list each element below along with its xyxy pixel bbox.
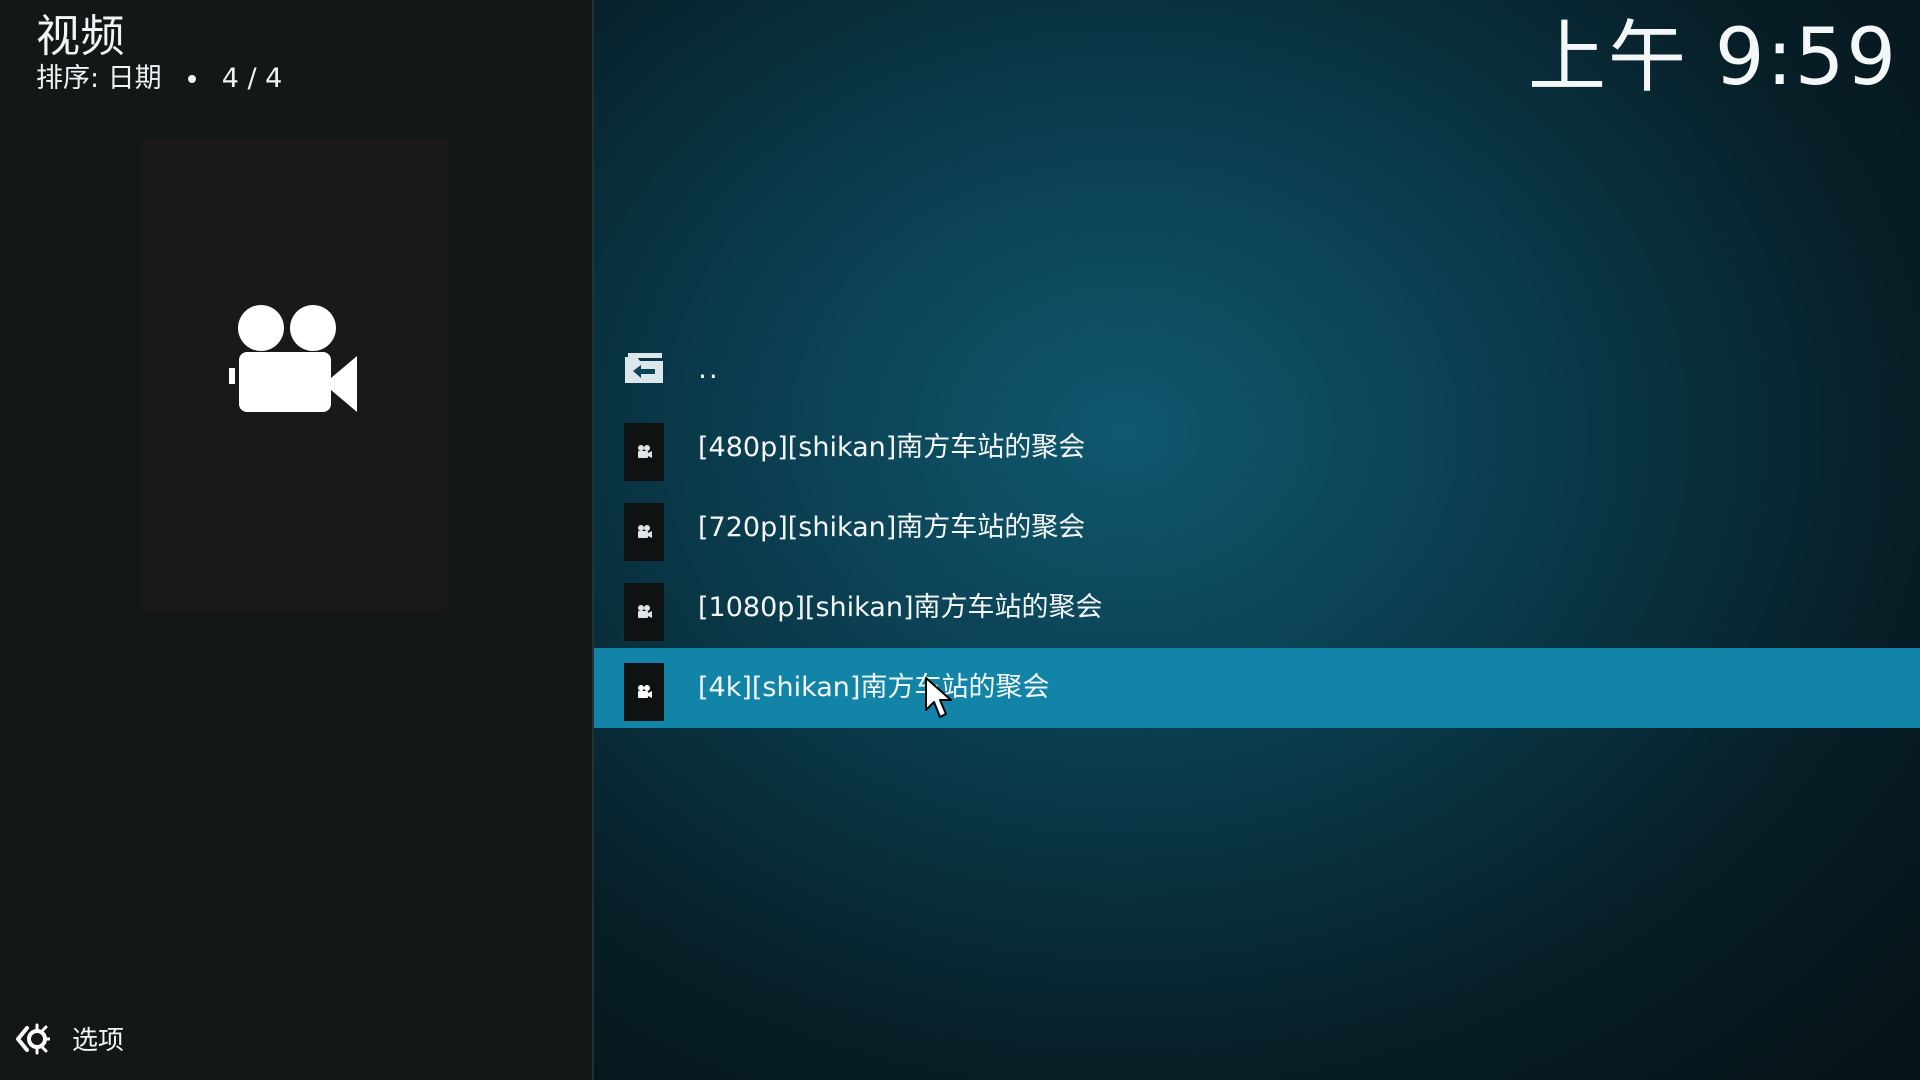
page-header: 视频 排序: 日期 4 / 4 — [36, 10, 282, 96]
video-camera-icon — [229, 305, 357, 412]
video-file-icon — [624, 503, 664, 561]
parent-folder-icon — [625, 353, 663, 383]
selected-item-thumbnail — [142, 140, 448, 610]
options-button[interactable]: 选项 — [14, 1020, 124, 1057]
settings-arrow-icon — [16, 1023, 50, 1054]
selected-list-item[interactable]: [4k][shikan]南方车站的聚会 — [594, 648, 1920, 728]
item-position: 4 / 4 — [221, 63, 283, 94]
video-file-icon — [624, 423, 664, 481]
parent-directory-item[interactable]: .. — [594, 328, 1920, 408]
list-item[interactable]: [480p][shikan]南方车站的聚会 — [594, 408, 1920, 488]
parent-directory-label: .. — [698, 352, 720, 385]
sort-label: 排序: 日期 — [36, 63, 162, 94]
file-list: .. [480p][shikan]南方车站的聚会 [720p][shikan]南… — [594, 328, 1920, 728]
system-clock: 上午 9:59 — [1528, 13, 1898, 103]
video-file-label: [4k][shikan]南方车站的聚会 — [698, 672, 1050, 703]
video-file-icon — [624, 583, 664, 641]
page-title: 视频 — [36, 11, 125, 62]
video-file-label: [720p][shikan]南方车站的聚会 — [698, 512, 1086, 543]
video-file-icon — [624, 663, 664, 721]
left-info-panel: 视频 排序: 日期 4 / 4 选项 — [0, 0, 594, 1080]
list-item[interactable]: [1080p][shikan]南方车站的聚会 — [594, 568, 1920, 648]
kodi-video-browser: 视频 排序: 日期 4 / 4 选项 上午 9:59 .. [480p][shi… — [0, 0, 1920, 1080]
video-file-label: [480p][shikan]南方车站的聚会 — [698, 432, 1086, 463]
sort-and-count: 排序: 日期 4 / 4 — [36, 62, 282, 96]
separator-dot — [187, 75, 196, 83]
video-file-label: [1080p][shikan]南方车站的聚会 — [698, 592, 1103, 623]
options-label: 选项 — [72, 1026, 125, 1056]
list-item[interactable]: [720p][shikan]南方车站的聚会 — [594, 488, 1920, 568]
media-list-panel: 上午 9:59 .. [480p][shikan]南方车站的聚会 [720p][… — [594, 0, 1920, 1080]
